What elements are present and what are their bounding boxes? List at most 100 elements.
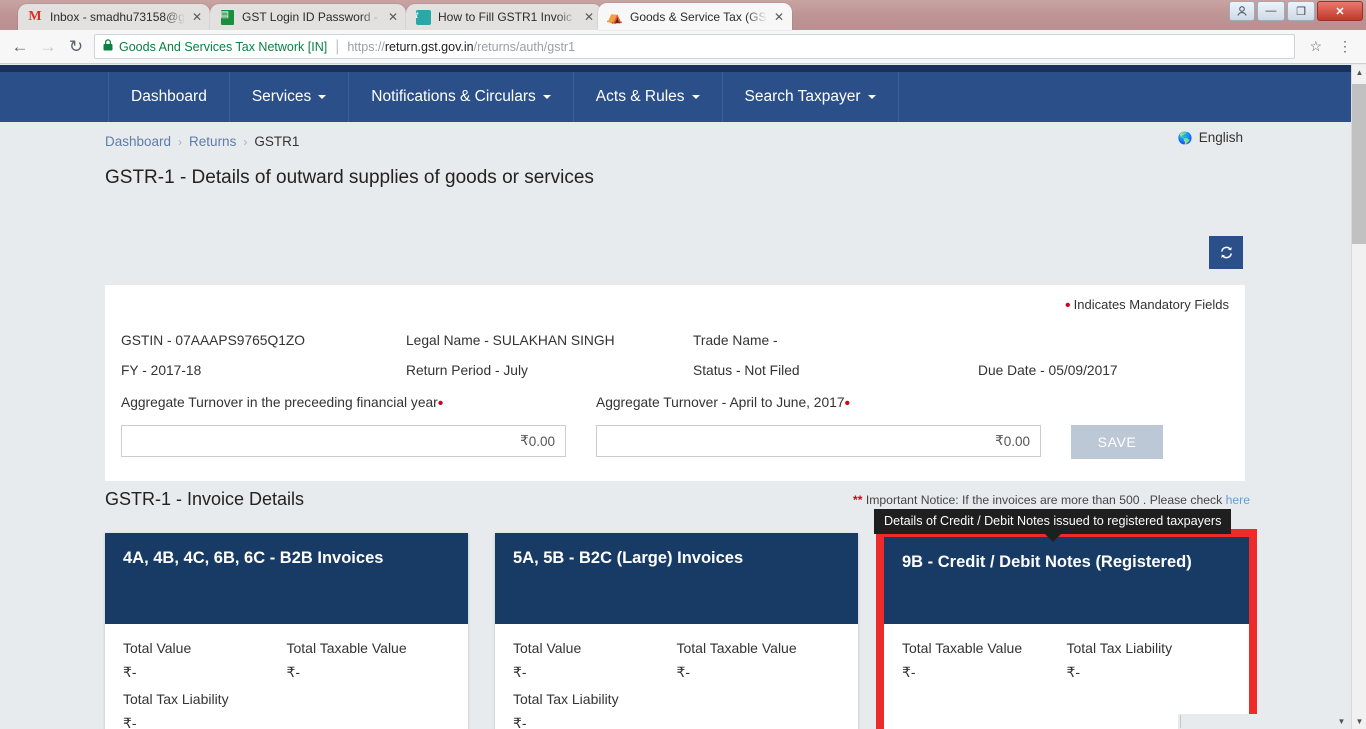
tab-title: GST Login ID Password - (242, 10, 378, 24)
rupee-icon: ₹ (123, 665, 132, 681)
address-bar[interactable]: Goods And Services Tax Network [IN] | ht… (94, 34, 1296, 59)
rupee-icon: ₹ (520, 433, 529, 449)
tab-title: How to Fill GSTR1 Invoic (438, 10, 573, 24)
back-arrow-icon: ← (11, 36, 29, 56)
label-text: Aggregate Turnover in the preceeding fin… (121, 395, 438, 410)
vscroll-thumb[interactable] (1352, 84, 1366, 244)
url-scheme: https:// (347, 39, 385, 54)
nav-item-services[interactable]: Services (230, 72, 350, 122)
chevron-down-icon (318, 95, 327, 99)
save-button[interactable]: SAVE (1071, 425, 1163, 459)
browser-tab-3[interactable]: ⛺ Goods & Service Tax (GS ✕ (598, 3, 792, 30)
breadcrumb-item-dashboard[interactable]: Dashboard (105, 134, 171, 149)
user-profile-button[interactable] (1229, 1, 1255, 21)
required-dot-icon: • (844, 395, 851, 412)
language-selector[interactable]: 🌎 English (1178, 130, 1243, 145)
teal-site-icon: t (415, 9, 431, 25)
card-b2c-large-invoices[interactable]: 5A, 5B - B2C (Large) Invoices Total Valu… (495, 533, 858, 729)
breadcrumb-separator: › (243, 134, 248, 149)
card-b2b-invoices[interactable]: 4A, 4B, 4C, 6B, 6C - B2B Invoices Total … (105, 533, 468, 729)
metric-label: Total Value (123, 640, 192, 656)
close-window-button[interactable]: ✕ (1317, 1, 1363, 21)
invoice-details-title: GSTR-1 - Invoice Details (105, 489, 305, 509)
browser-tab-0[interactable]: M Inbox - smadhu73158@g ✕ (18, 4, 210, 30)
metric-label: Total Tax Liability (513, 691, 619, 707)
reload-button[interactable]: ↻ (62, 33, 90, 61)
turnover-apr-jun-input[interactable]: ₹0.00 (596, 425, 1041, 457)
inner-horizontal-scrollbar[interactable]: ▼ (1178, 714, 1351, 729)
invoice-details-header: GSTR-1 - Invoice Details ** Important No… (105, 489, 1255, 510)
lock-icon (103, 39, 113, 54)
breadcrumb-item-returns[interactable]: Returns (189, 134, 236, 149)
turnover-form: Aggregate Turnover in the preceeding fin… (121, 395, 1163, 459)
card-metric-row: Total Tax Liability ₹- (513, 691, 840, 729)
metric-value: ₹- (1067, 664, 1232, 681)
tab-close-icon[interactable]: ✕ (190, 10, 204, 24)
required-dot-icon: • (437, 395, 444, 412)
restore-button[interactable]: ❐ (1287, 1, 1315, 21)
tab-close-icon[interactable]: ✕ (386, 10, 400, 24)
notice-asterisks: ** (852, 493, 863, 507)
mandatory-note-label: Indicates Mandatory Fields (1073, 297, 1229, 312)
metric-label: Total Tax Liability (123, 691, 229, 707)
label-text: Aggregate Turnover - April to June, 2017 (596, 395, 845, 410)
metric-label: Total Tax Liability (1066, 640, 1173, 656)
metric-amount: - (521, 664, 527, 680)
page-vertical-scrollbar[interactable]: ▲ ▼ (1351, 65, 1366, 729)
card-metric: Total Tax Liability ₹- (123, 691, 298, 729)
back-button[interactable]: ← (6, 33, 34, 61)
url-path: /returns/auth/gstr1 (473, 39, 576, 54)
site-navbar: Dashboard Services Notifications & Circu… (0, 72, 1351, 122)
card-metric-row: Total Value ₹- Total Taxable Value ₹- (513, 640, 840, 681)
card-credit-debit-notes-registered[interactable]: 9B - Credit / Debit Notes (Registered) T… (876, 529, 1257, 729)
turnover-prev-year-value: 0.00 (528, 433, 555, 449)
meta-status: Status - Not Filed (693, 362, 800, 378)
forward-button[interactable]: → (34, 33, 62, 61)
minimize-button[interactable]: — (1257, 1, 1285, 21)
browser-tab-2[interactable]: t How to Fill GSTR1 Invoic ✕ (406, 4, 602, 30)
turnover-prev-year-input[interactable]: ₹0.00 (121, 425, 566, 457)
breadcrumb-separator: › (178, 134, 183, 149)
card-body: Total Value ₹- Total Taxable Value ₹- To… (105, 624, 468, 729)
card-tooltip: Details of Credit / Debit Notes issued t… (874, 509, 1232, 542)
rupee-icon: ₹ (123, 716, 132, 729)
turnover-prev-year-label: Aggregate Turnover in the preceeding fin… (121, 395, 596, 413)
card-metric: Total Taxable Value ₹- (677, 640, 841, 681)
notice-here-link[interactable]: here (1226, 493, 1250, 507)
metric-amount: - (131, 664, 137, 680)
breadcrumb: Dashboard › Returns › GSTR1 🌎 English (0, 122, 1351, 153)
chrome-menu-icon[interactable]: ⋮ (1330, 38, 1360, 55)
nav-item-notifications-circulars[interactable]: Notifications & Circulars (349, 72, 574, 122)
tab-close-icon[interactable]: ✕ (772, 10, 786, 24)
card-metric-row: Total Value ₹- Total Taxable Value ₹- (123, 640, 450, 681)
card-metric: Total Taxable Value ₹- (287, 640, 451, 681)
metric-label: Total Taxable Value (676, 640, 797, 656)
bookmark-star-icon[interactable]: ☆ (1301, 38, 1330, 55)
required-dot-icon: • (1065, 297, 1071, 314)
browser-tab-1[interactable]: ▤ GST Login ID Password - ✕ (210, 4, 406, 30)
nav-item-search-taxpayer[interactable]: Search Taxpayer (723, 72, 899, 122)
card-body: Total Value ₹- Total Taxable Value ₹- To… (495, 624, 858, 729)
nav-item-dashboard[interactable]: Dashboard (108, 72, 230, 122)
nav-item-acts-rules[interactable]: Acts & Rules (574, 72, 723, 122)
metric-value: ₹- (123, 664, 287, 681)
tab-close-icon[interactable]: ✕ (582, 10, 596, 24)
url-host: return.gst.gov.in (384, 39, 474, 54)
language-label: English (1198, 130, 1243, 145)
turnover-label-row: Aggregate Turnover in the preceeding fin… (121, 395, 1163, 413)
metric-value: ₹- (902, 664, 1067, 681)
metric-amount: - (910, 664, 916, 680)
meta-return-period: Return Period - July (406, 362, 528, 378)
nav-label: Services (251, 88, 312, 105)
tooltip-text: Details of Credit / Debit Notes issued t… (884, 514, 1222, 528)
chevron-down-icon (542, 95, 551, 99)
hscroll-right-arrow-icon[interactable]: ▼ (1334, 714, 1349, 729)
hscroll-thumb[interactable] (1180, 715, 1320, 728)
scroll-down-arrow-icon[interactable]: ▼ (1352, 714, 1366, 729)
nav-label: Notifications & Circulars (371, 88, 536, 105)
rupee-icon: ₹ (513, 716, 522, 729)
card-metric: Total Tax Liability ₹- (513, 691, 688, 729)
gmail-icon: M (28, 9, 42, 24)
scroll-up-arrow-icon[interactable]: ▲ (1352, 65, 1366, 80)
refresh-button[interactable] (1209, 236, 1243, 269)
